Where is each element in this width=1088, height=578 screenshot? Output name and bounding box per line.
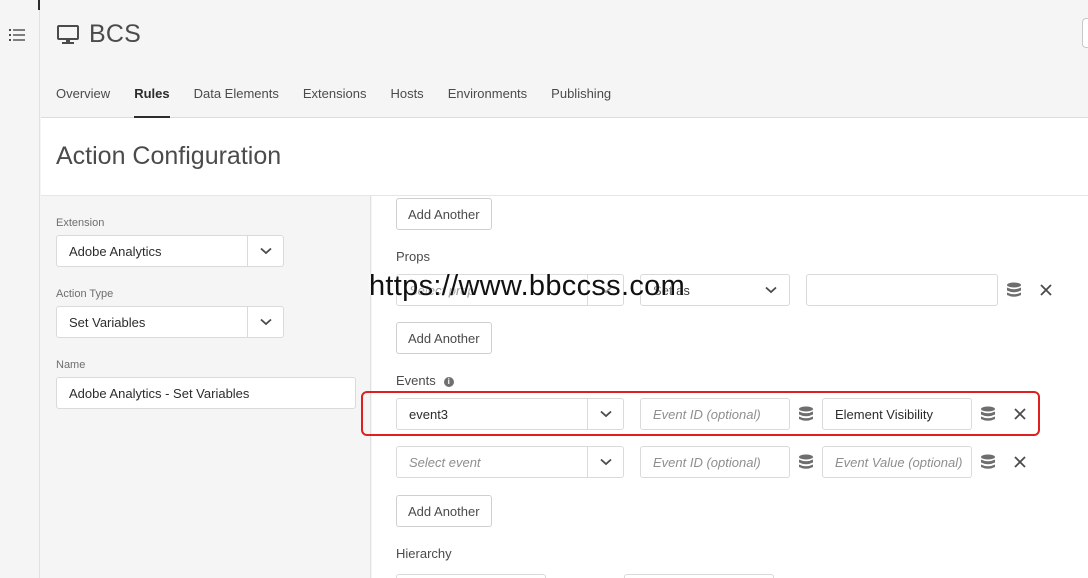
tab-hosts[interactable]: Hosts (390, 86, 435, 118)
event-dropdown-button[interactable] (587, 447, 623, 477)
extension-select[interactable]: Adobe Analytics (56, 235, 284, 267)
remove-event-icon[interactable] (1014, 408, 1026, 420)
property-name: BCS (89, 20, 142, 48)
tab-environments[interactable]: Environments (448, 86, 539, 118)
action-type-dropdown-button[interactable] (247, 307, 283, 337)
extension-label: Extension (56, 217, 105, 229)
info-icon[interactable]: i (443, 377, 454, 387)
event-id-input[interactable]: Event ID (optional) (640, 398, 790, 430)
extension-dropdown-button[interactable] (247, 236, 283, 266)
name-label: Name (56, 359, 86, 371)
action-settings-panel: Extension Adobe Analytics Action Type Se… (41, 196, 371, 578)
hierarchy-select[interactable] (396, 574, 546, 578)
property-title: BCS (57, 20, 141, 49)
prop-mode-dropdown-button[interactable] (753, 275, 789, 305)
cursor-mark (38, 0, 40, 10)
event-select-value: event3 (409, 406, 449, 422)
event-select[interactable]: Select event (396, 446, 624, 478)
event-dropdown-button[interactable] (587, 399, 623, 429)
chevron-down-icon (599, 458, 612, 466)
page-title: Action Configuration (56, 142, 282, 170)
event-id-input[interactable]: Event ID (optional) (640, 446, 790, 478)
hierarchy-label: Hierarchy (396, 546, 452, 561)
tab-bar: Overview Rules Data Elements Extensions … (56, 86, 635, 118)
events-label: Events i (396, 373, 454, 388)
data-element-icon[interactable] (980, 406, 996, 422)
remove-prop-icon[interactable] (1040, 284, 1052, 296)
tab-overview[interactable]: Overview (56, 86, 122, 118)
props-label: Props (396, 249, 430, 264)
chevron-down-icon (599, 410, 612, 418)
event-value-input[interactable]: Element Visibility (822, 398, 972, 430)
remove-event-icon[interactable] (1014, 456, 1026, 468)
watermark-url: https://www.bbccss.com (369, 270, 686, 302)
tab-rules[interactable]: Rules (134, 86, 181, 118)
chevron-down-icon (765, 286, 777, 294)
add-another-evar-button[interactable]: Add Another (396, 198, 492, 230)
event-value-input[interactable]: Event Value (optional) (822, 446, 972, 478)
extension-value: Adobe Analytics (69, 243, 162, 259)
property-header: BCS Overview Rules Data Elements Extensi… (41, 0, 1088, 118)
events-label-text: Events (396, 373, 436, 388)
data-element-icon[interactable] (798, 406, 814, 422)
left-rail (0, 0, 40, 578)
variables-panel: Add Another Props Select prop Set as Add… (372, 196, 1088, 578)
data-element-icon[interactable] (798, 454, 814, 470)
action-type-label: Action Type (56, 288, 114, 300)
prop-value-input[interactable] (806, 274, 998, 306)
hierarchy-input[interactable] (624, 574, 774, 578)
add-another-prop-button[interactable]: Add Another (396, 322, 492, 354)
list-icon[interactable] (9, 28, 25, 42)
tab-data-elements[interactable]: Data Elements (194, 86, 291, 118)
tab-extensions[interactable]: Extensions (303, 86, 379, 118)
action-type-value: Set Variables (69, 314, 146, 330)
tab-publishing[interactable]: Publishing (551, 86, 623, 118)
add-another-event-button[interactable]: Add Another (396, 495, 492, 527)
event-select-placeholder: Select event (409, 454, 481, 470)
data-element-icon[interactable] (1006, 282, 1022, 298)
monitor-icon (57, 24, 79, 44)
chevron-down-icon (259, 318, 272, 326)
data-element-icon[interactable] (980, 454, 996, 470)
action-type-select[interactable]: Set Variables (56, 306, 284, 338)
name-input[interactable]: Adobe Analytics - Set Variables (56, 377, 356, 409)
header-corner-button[interactable] (1082, 18, 1088, 48)
chevron-down-icon (259, 247, 272, 255)
page-title-band: Action Configuration (41, 118, 1088, 196)
event-select[interactable]: event3 (396, 398, 624, 430)
